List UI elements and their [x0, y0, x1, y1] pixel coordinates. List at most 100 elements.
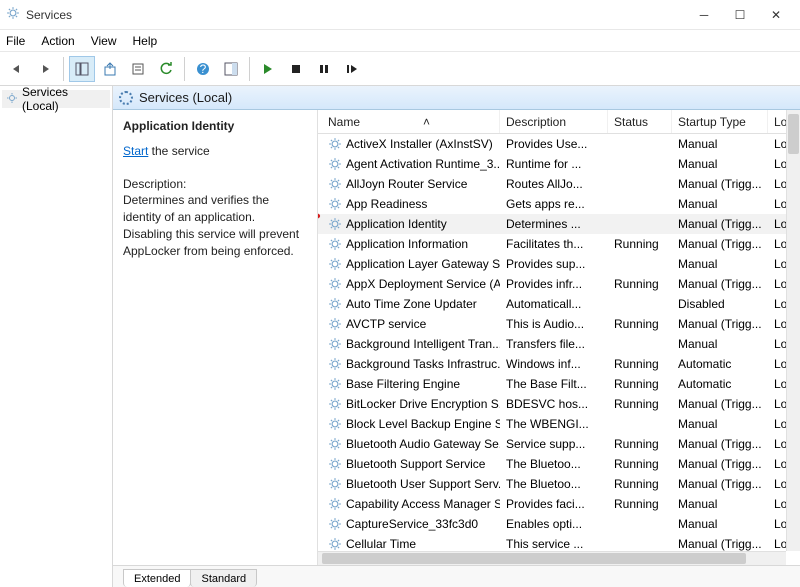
cell-startup: Manual (Trigg... [672, 317, 768, 331]
tree-item-label: Services (Local) [22, 85, 106, 113]
table-row[interactable]: Agent Activation Runtime_3...Runtime for… [318, 154, 800, 174]
table-row[interactable]: Bluetooth User Support Serv...The Blueto… [318, 474, 800, 494]
cell-description: Service supp... [500, 437, 608, 451]
cell-name: Application Layer Gateway S... [346, 257, 500, 271]
window-title: Services [26, 8, 686, 22]
cell-name: AppX Deployment Service (A... [346, 277, 500, 291]
table-row[interactable]: Bluetooth Audio Gateway Se...Service sup… [318, 434, 800, 454]
cell-description: Provides infr... [500, 277, 608, 291]
cell-status: Running [608, 497, 672, 511]
cell-startup: Manual [672, 517, 768, 531]
gear-icon [328, 537, 342, 551]
menu-view[interactable]: View [91, 34, 117, 48]
cell-description: Windows inf... [500, 357, 608, 371]
stop-service-button[interactable] [283, 56, 309, 82]
col-status[interactable]: Status [608, 110, 672, 133]
menu-file[interactable]: File [6, 34, 25, 48]
titlebar: Services ─ ☐ ✕ [0, 0, 800, 30]
cell-status: Running [608, 397, 672, 411]
gear-icon [328, 197, 342, 211]
cell-startup: Manual [672, 337, 768, 351]
menubar: File Action View Help [0, 30, 800, 52]
col-startup-type[interactable]: Startup Type [672, 110, 768, 133]
cell-name: Application Identity [346, 217, 447, 231]
back-button[interactable] [4, 56, 30, 82]
tree-pane: Services (Local) [0, 86, 113, 587]
table-row[interactable]: AVCTP serviceThis is Audio...RunningManu… [318, 314, 800, 334]
action-pane-button[interactable] [218, 56, 244, 82]
forward-button[interactable] [32, 56, 58, 82]
start-service-link[interactable]: Start [123, 144, 148, 158]
cell-startup: Manual [672, 157, 768, 171]
content-pane: Services (Local) Application Identity St… [113, 86, 800, 587]
content-header: Services (Local) [113, 86, 800, 110]
gear-icon [328, 257, 342, 271]
cell-description: Routes AllJo... [500, 177, 608, 191]
pause-service-button[interactable] [311, 56, 337, 82]
table-row[interactable]: Application IdentityDetermines ...Manual… [318, 214, 800, 234]
table-row[interactable]: BitLocker Drive Encryption S...BDESVC ho… [318, 394, 800, 414]
tab-standard[interactable]: Standard [190, 569, 257, 587]
description-text: Determines and verifies the identity of … [123, 192, 307, 259]
gear-icon [328, 237, 342, 251]
table-row[interactable]: Background Intelligent Tran...Transfers … [318, 334, 800, 354]
export-button[interactable] [97, 56, 123, 82]
table-row[interactable]: CaptureService_33fc3d0Enables opti...Man… [318, 514, 800, 534]
gear-icon [328, 317, 342, 331]
cell-status: Running [608, 477, 672, 491]
cell-name: AllJoyn Router Service [346, 177, 467, 191]
cell-description: Provides sup... [500, 257, 608, 271]
menu-help[interactable]: Help [133, 34, 158, 48]
close-button[interactable]: ✕ [758, 1, 794, 29]
scrollbar-thumb[interactable] [322, 553, 746, 564]
table-row[interactable]: Bluetooth Support ServiceThe Bluetoo...R… [318, 454, 800, 474]
table-row[interactable]: Auto Time Zone UpdaterAutomaticall...Dis… [318, 294, 800, 314]
table-row[interactable]: ActiveX Installer (AxInstSV)Provides Use… [318, 134, 800, 154]
table-row[interactable]: App ReadinessGets apps re...ManualLoc [318, 194, 800, 214]
cell-description: This service ... [500, 537, 608, 551]
vertical-scrollbar[interactable] [786, 110, 800, 551]
start-service-button[interactable] [255, 56, 281, 82]
table-row[interactable]: AllJoyn Router ServiceRoutes AllJo...Man… [318, 174, 800, 194]
tab-extended[interactable]: Extended [123, 569, 191, 587]
minimize-button[interactable]: ─ [686, 1, 722, 29]
cell-description: This is Audio... [500, 317, 608, 331]
table-row[interactable]: Capability Access Manager S...Provides f… [318, 494, 800, 514]
cell-status: Running [608, 437, 672, 451]
table-row[interactable]: Base Filtering EngineThe Base Filt...Run… [318, 374, 800, 394]
cell-description: Facilitates th... [500, 237, 608, 251]
gear-icon [328, 457, 342, 471]
table-row[interactable]: AppX Deployment Service (A...Provides in… [318, 274, 800, 294]
cell-startup: Manual [672, 417, 768, 431]
refresh-button[interactable] [153, 56, 179, 82]
cell-description: The Base Filt... [500, 377, 608, 391]
cell-startup: Manual [672, 257, 768, 271]
cell-startup: Manual (Trigg... [672, 277, 768, 291]
table-row[interactable]: Application InformationFacilitates th...… [318, 234, 800, 254]
table-row[interactable]: Application Layer Gateway S...Provides s… [318, 254, 800, 274]
cell-description: The Bluetoo... [500, 477, 608, 491]
show-tree-button[interactable] [69, 56, 95, 82]
gear-icon [328, 337, 342, 351]
restart-service-button[interactable] [339, 56, 365, 82]
maximize-button[interactable]: ☐ [722, 1, 758, 29]
cell-name: Background Tasks Infrastruc... [346, 357, 500, 371]
cell-name: Bluetooth Support Service [346, 457, 485, 471]
menu-action[interactable]: Action [41, 34, 74, 48]
help-button[interactable]: ? [190, 56, 216, 82]
cell-status: Running [608, 377, 672, 391]
col-name[interactable]: Name˄ [322, 110, 500, 133]
properties-button[interactable] [125, 56, 151, 82]
horizontal-scrollbar[interactable] [318, 551, 786, 565]
cell-description: Runtime for ... [500, 157, 608, 171]
table-row[interactable]: Block Level Backup Engine S...The WBENGI… [318, 414, 800, 434]
scrollbar-thumb[interactable] [788, 114, 799, 154]
bottom-tabs: Extended Standard [113, 565, 800, 587]
gear-icon [328, 357, 342, 371]
gear-icon [328, 297, 342, 311]
cell-name: ActiveX Installer (AxInstSV) [346, 137, 493, 151]
cell-name: Block Level Backup Engine S... [346, 417, 500, 431]
table-row[interactable]: Background Tasks Infrastruc...Windows in… [318, 354, 800, 374]
tree-item-services-local[interactable]: Services (Local) [2, 90, 110, 108]
col-description[interactable]: Description [500, 110, 608, 133]
